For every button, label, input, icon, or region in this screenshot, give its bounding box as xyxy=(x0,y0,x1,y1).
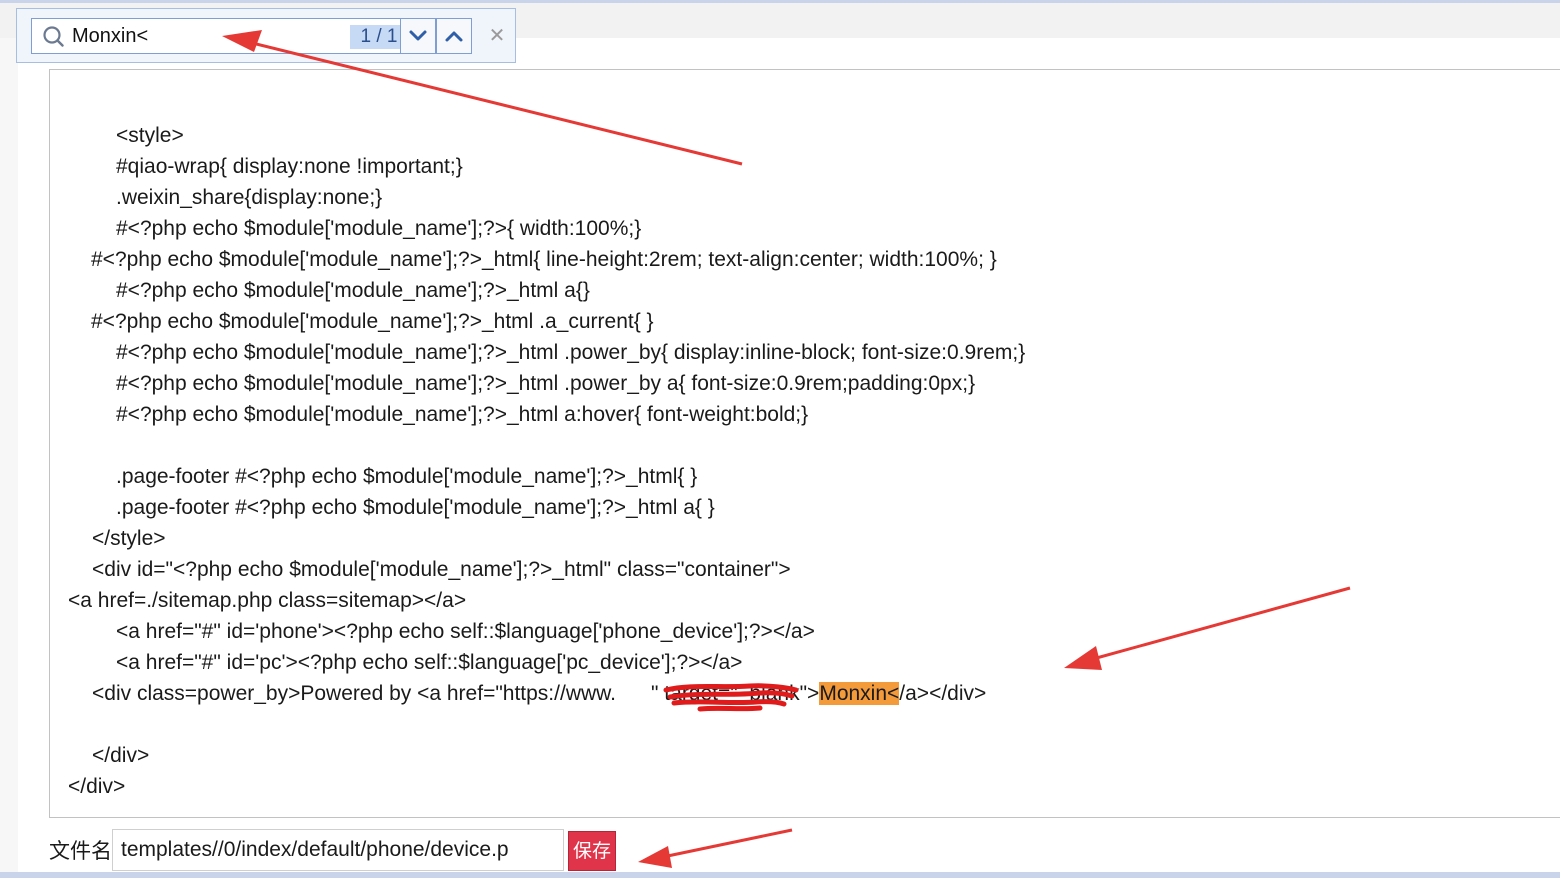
next-match-button[interactable] xyxy=(400,18,436,54)
chevron-down-icon xyxy=(409,30,427,41)
save-button[interactable]: 保存 xyxy=(568,831,616,871)
powered-by-prefix: <div class=power_by>Powered by <a href="… xyxy=(92,682,616,705)
code-line: <a href="#" id='pc'><?php echo self::$la… xyxy=(116,651,743,674)
filename-label: 文件名 xyxy=(49,839,112,863)
search-icon xyxy=(43,26,64,47)
code-line: #<?php echo $module['module_name'];?>_ht… xyxy=(116,279,590,302)
code-line: #<?php echo $module['module_name'];?>_ht… xyxy=(91,310,654,333)
code-line: <a href="#" id='phone'><?php echo self::… xyxy=(116,620,815,643)
chevron-up-icon xyxy=(445,31,463,42)
close-find-button[interactable]: ✕ xyxy=(485,23,509,47)
find-bar: 1 / 1 ✕ xyxy=(16,8,516,63)
code-line: #<?php echo $module['module_name'];?>_ht… xyxy=(116,341,1026,364)
code-line: #<?php echo $module['module_name'];?>_ht… xyxy=(116,372,976,395)
code-line: #<?php echo $module['module_name'];?>_ht… xyxy=(91,248,997,271)
left-gutter xyxy=(0,38,18,878)
status-strip xyxy=(0,872,1560,878)
code-line: </div> xyxy=(92,744,150,767)
code-line: .page-footer #<?php echo $module['module… xyxy=(116,496,715,519)
filename-input[interactable]: templates//0/index/default/phone/device.… xyxy=(112,829,564,871)
code-line: #<?php echo $module['module_name'];?>_ht… xyxy=(116,403,809,426)
code-line: <div id="<?php echo $module['module_name… xyxy=(92,558,791,581)
find-input[interactable] xyxy=(72,21,322,51)
find-field[interactable]: 1 / 1 xyxy=(31,18,413,54)
annotation-arrow xyxy=(638,828,793,868)
code-line: <style> xyxy=(116,124,184,147)
code-line: .weixin_share{display:none;} xyxy=(116,186,383,209)
redaction-scribble xyxy=(663,683,799,712)
previous-match-button[interactable] xyxy=(436,18,472,54)
code-line: </style> xyxy=(92,527,166,550)
code-line-powered-by: <div class=power_by>Powered by <a href="… xyxy=(92,678,986,709)
code-line: #qiao-wrap{ display:none !important;} xyxy=(116,155,463,178)
code-line: .page-footer #<?php echo $module['module… xyxy=(116,465,698,488)
powered-by-suffix: /a></div> xyxy=(899,682,987,705)
search-match-highlight: Monxin< xyxy=(819,682,900,705)
redacted-url xyxy=(616,682,651,705)
code-line: <a href=./sitemap.php class=sitemap></a> xyxy=(68,589,467,612)
code-line: #<?php echo $module['module_name'];?>{ w… xyxy=(116,217,642,240)
code-line: </div> xyxy=(68,775,126,798)
close-icon: ✕ xyxy=(488,24,506,47)
